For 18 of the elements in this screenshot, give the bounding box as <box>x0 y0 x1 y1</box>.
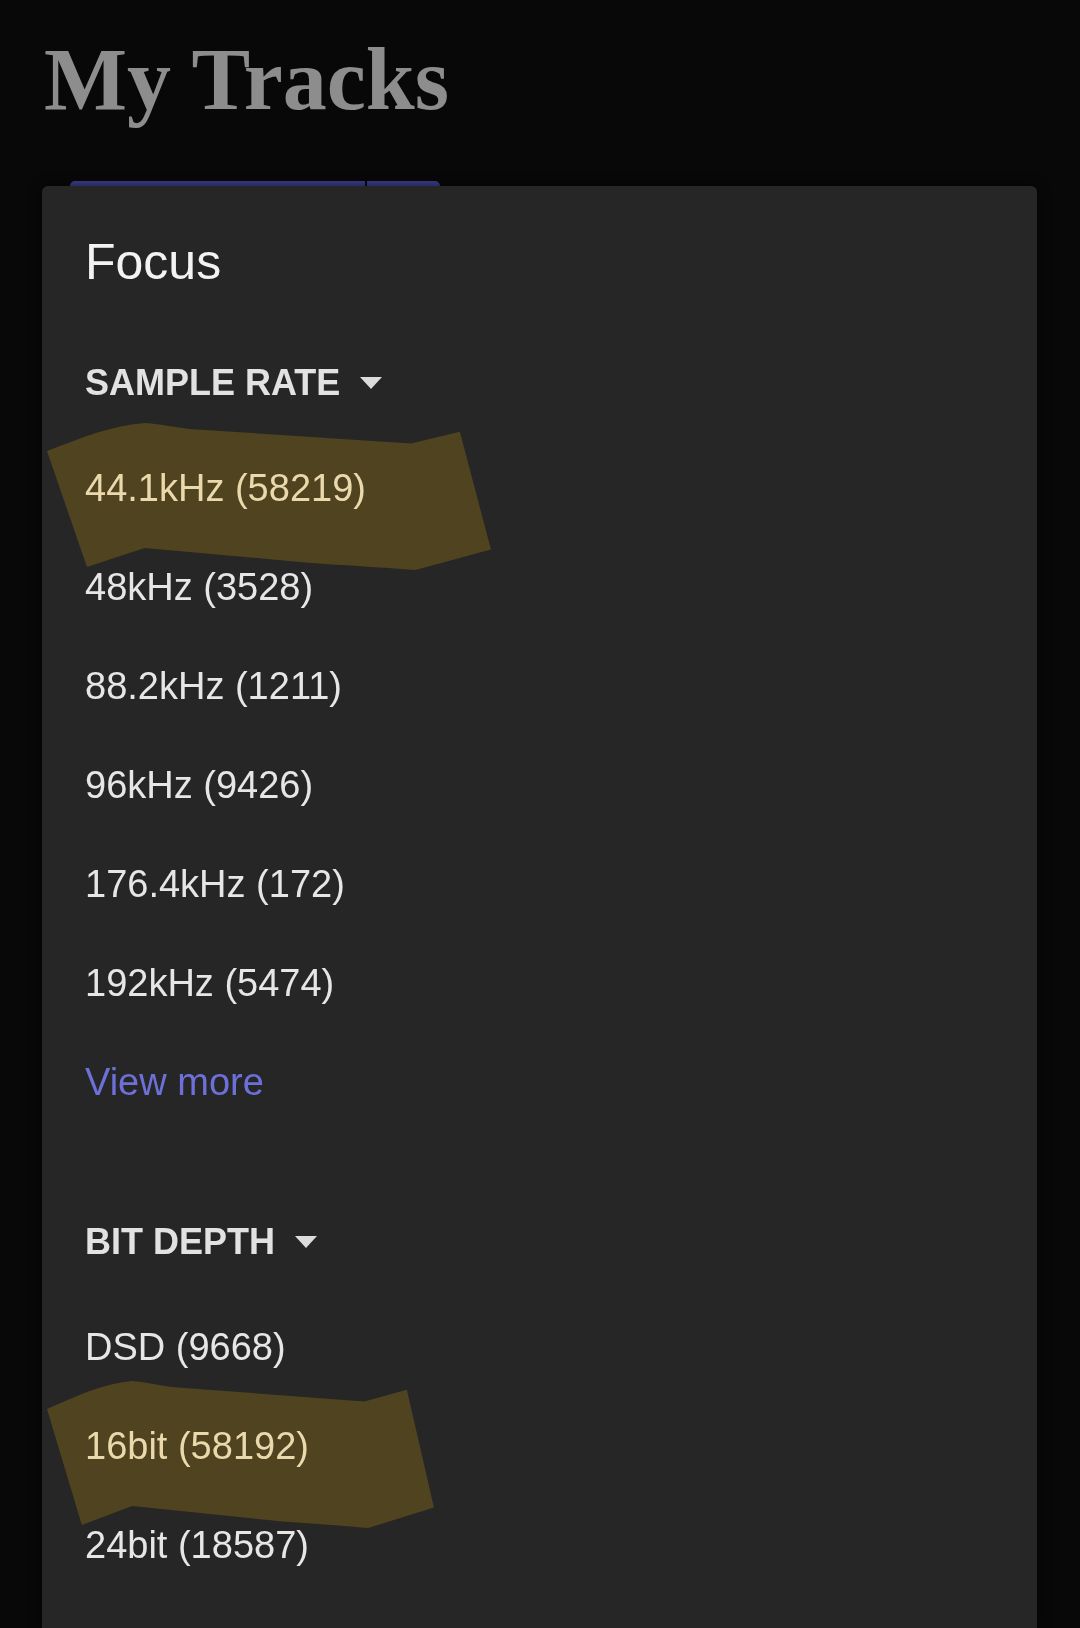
page-title: My Tracks <box>44 34 449 126</box>
filter-option[interactable]: 96kHz (9426) <box>85 762 314 807</box>
filter-option[interactable]: 192kHz (5474) <box>85 960 335 1005</box>
filter-option[interactable]: 16bit (58192) <box>85 1423 309 1468</box>
split-button[interactable] <box>70 181 365 186</box>
filter-option[interactable]: 88.2kHz (1211) <box>85 663 342 708</box>
filter-option[interactable]: 44.1kHz (58219) <box>85 465 366 510</box>
filter-option[interactable]: 176.4kHz (172) <box>85 861 345 906</box>
filter-option[interactable]: DSD (9668) <box>85 1324 286 1369</box>
menu-title: Focus <box>85 236 222 288</box>
filter-option[interactable]: 48kHz (3528) <box>85 564 314 609</box>
dropdown-button[interactable] <box>367 181 440 186</box>
filter-option[interactable]: 24bit (18587) <box>85 1522 309 1567</box>
section-header[interactable]: SAMPLE RATE <box>85 365 383 401</box>
caret-icon <box>295 1236 317 1248</box>
view-more-link[interactable]: View more <box>85 1059 264 1104</box>
section-header[interactable]: BIT DEPTH <box>85 1224 317 1260</box>
caret-icon <box>360 377 383 389</box>
